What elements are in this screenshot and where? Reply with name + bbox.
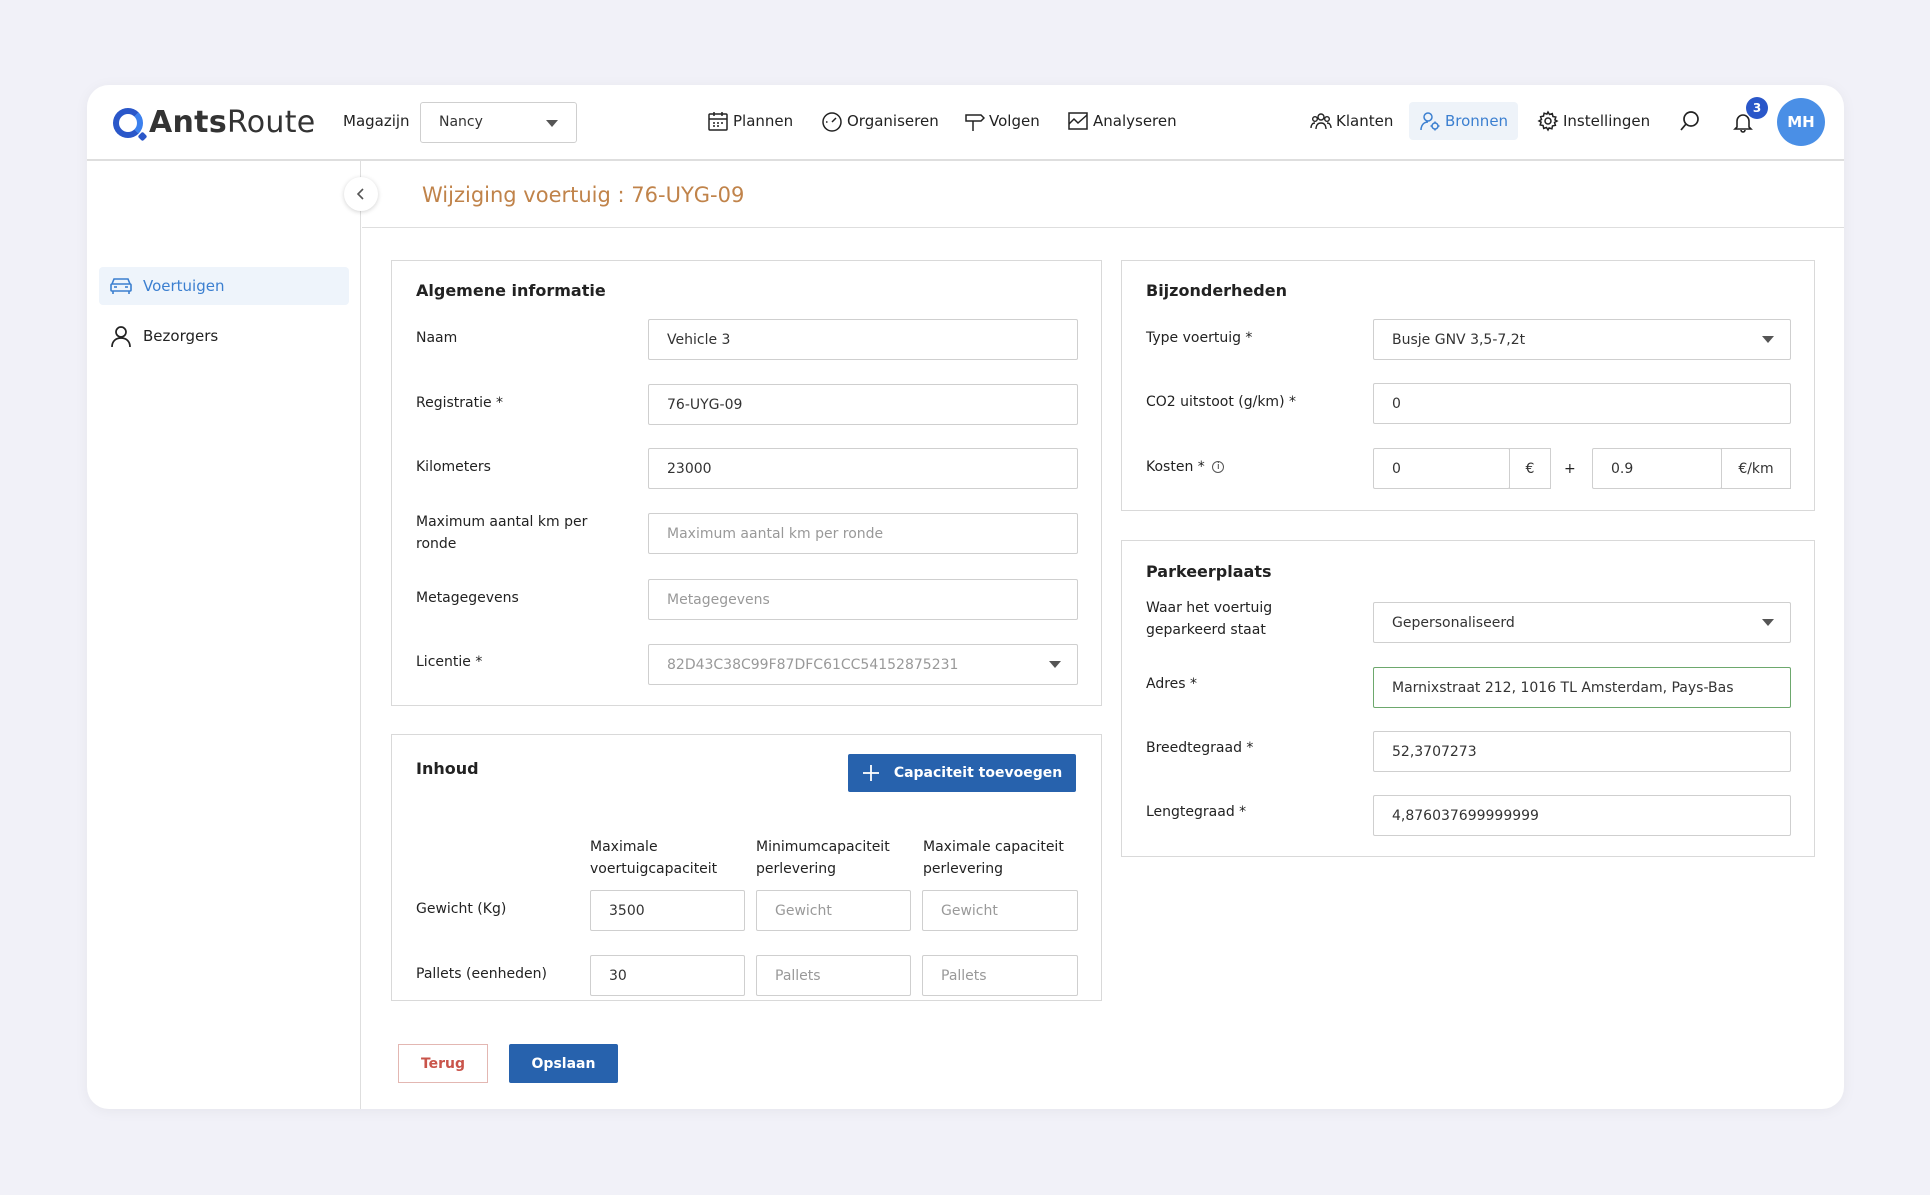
notifications-button[interactable]: 3 bbox=[1732, 97, 1768, 133]
nav-organiseren[interactable]: Organiseren bbox=[821, 110, 939, 132]
latitude-input[interactable]: 52,3707273 bbox=[1373, 731, 1791, 772]
vehicle-type-select[interactable]: Busje GNV 3,5-7,2t bbox=[1373, 319, 1791, 360]
max-km-label: Maximum aantal km per ronde bbox=[416, 514, 588, 552]
address-input[interactable]: Marnixstraat 212, 1016 TL Amsterdam, Pay… bbox=[1373, 667, 1791, 708]
address-label: Adres * bbox=[1146, 676, 1198, 692]
avatar[interactable]: MH bbox=[1777, 98, 1825, 146]
chevron-down-icon bbox=[1049, 661, 1061, 668]
kilometers-input[interactable]: 23000 bbox=[648, 448, 1078, 489]
weight-max-delivery-input[interactable]: Gewicht bbox=[922, 890, 1078, 931]
users-icon bbox=[1310, 113, 1332, 130]
plus-sign: + bbox=[1564, 461, 1576, 477]
nav-instellingen[interactable]: Instellingen bbox=[1537, 110, 1650, 132]
logo[interactable]: AntsRoute bbox=[113, 105, 316, 140]
page-title: Wijziging voertuig : 76-UYG-09 bbox=[422, 183, 745, 207]
pallets-label: Pallets (eenheden) bbox=[416, 966, 547, 982]
notification-badge: 3 bbox=[1746, 97, 1768, 119]
cost-fixed-input[interactable]: 0 bbox=[1373, 448, 1510, 489]
meta-label: Metagegevens bbox=[416, 590, 519, 606]
nav-analyseren[interactable]: Analyseren bbox=[1067, 110, 1177, 132]
sidebar-item-bezorgers[interactable]: Bezorgers bbox=[99, 317, 349, 355]
parking-title: Parkeerplaats bbox=[1146, 562, 1272, 581]
cost-label: Kosten * i bbox=[1146, 456, 1225, 478]
euro-unit: € bbox=[1509, 448, 1551, 489]
app-window: AntsRoute Magazijn Nancy Plannen Organis… bbox=[87, 85, 1844, 1109]
nav-volgen[interactable]: Volgen bbox=[963, 110, 1040, 132]
logo-text: AntsRoute bbox=[149, 105, 316, 140]
warehouse-label: Magazijn bbox=[343, 112, 410, 130]
name-label: Naam bbox=[416, 330, 458, 346]
column-header: Maximale voertuigcapaciteit bbox=[590, 839, 718, 877]
co2-label: CO2 uitstoot (g/km) * bbox=[1146, 394, 1296, 410]
license-select[interactable]: 82D43C38C99F87DFC61CC54152875231 bbox=[648, 644, 1078, 685]
pallets-max-vehicle-input[interactable]: 30 bbox=[590, 955, 745, 996]
save-button[interactable]: Opslaan bbox=[509, 1044, 618, 1083]
nav-klanten[interactable]: Klanten bbox=[1310, 110, 1393, 132]
content-panel: Inhoud Capaciteit toevoegen Maximale voe… bbox=[391, 734, 1102, 1001]
vehicle-type-label: Type voertuig * bbox=[1146, 330, 1253, 346]
column-header: Maximale capaciteit perlevering bbox=[923, 839, 1064, 877]
max-km-input[interactable]: Maximum aantal km per ronde bbox=[648, 513, 1078, 554]
user-icon bbox=[111, 326, 131, 347]
weight-label: Gewicht (Kg) bbox=[416, 901, 507, 917]
longitude-input[interactable]: 4,876037699999999 bbox=[1373, 795, 1791, 836]
logo-icon bbox=[113, 107, 143, 138]
back-button[interactable]: Terug bbox=[398, 1044, 488, 1083]
chevron-down-icon bbox=[1762, 619, 1774, 626]
name-input[interactable]: Vehicle 3 bbox=[648, 319, 1078, 360]
user-gear-icon bbox=[1420, 112, 1440, 131]
calendar-icon bbox=[708, 112, 728, 131]
meta-input[interactable]: Metagegevens bbox=[648, 579, 1078, 620]
nav-plannen[interactable]: Plannen bbox=[707, 110, 793, 132]
weight-max-vehicle-input[interactable]: 3500 bbox=[590, 890, 745, 931]
chart-icon bbox=[1068, 112, 1088, 130]
parking-panel: Parkeerplaats Waar het voertuig geparkee… bbox=[1121, 540, 1815, 857]
chevron-left-icon bbox=[356, 188, 364, 200]
parking-where-select[interactable]: Gepersonaliseerd bbox=[1373, 602, 1791, 643]
sidebar-item-voertuigen[interactable]: Voertuigen bbox=[99, 267, 349, 305]
euro-per-km-unit: €/km bbox=[1721, 448, 1791, 489]
signpost-icon bbox=[965, 114, 985, 131]
topbar: AntsRoute Magazijn Nancy Plannen Organis… bbox=[87, 85, 1844, 161]
pallets-max-delivery-input[interactable]: Pallets bbox=[922, 955, 1078, 996]
kilometers-label: Kilometers bbox=[416, 459, 491, 475]
page-header: Wijziging voertuig : 76-UYG-09 bbox=[362, 161, 1844, 228]
add-capacity-button[interactable]: Capaciteit toevoegen bbox=[848, 754, 1076, 792]
chevron-down-icon bbox=[546, 120, 558, 127]
latitude-label: Breedtegraad * bbox=[1146, 740, 1254, 756]
gear-icon bbox=[1537, 110, 1559, 132]
registration-input[interactable]: 76-UYG-09 bbox=[648, 384, 1078, 425]
gauge-icon bbox=[822, 112, 842, 132]
sidebar: Voertuigen Bezorgers bbox=[87, 161, 361, 1109]
search-icon bbox=[1680, 111, 1699, 131]
collapse-sidebar-button[interactable] bbox=[344, 177, 378, 211]
longitude-label: Lengtegraad * bbox=[1146, 804, 1247, 820]
info-icon[interactable]: i bbox=[1212, 461, 1225, 473]
parking-where-label: Waar het voertuig geparkeerd staat bbox=[1146, 600, 1273, 638]
general-info-title: Algemene informatie bbox=[416, 281, 606, 300]
registration-label: Registratie * bbox=[416, 395, 504, 411]
general-info-panel: Algemene informatie Naam Vehicle 3 Regis… bbox=[391, 260, 1102, 706]
details-title: Bijzonderheden bbox=[1146, 281, 1287, 300]
weight-min-delivery-input[interactable]: Gewicht bbox=[756, 890, 911, 931]
content-title: Inhoud bbox=[416, 759, 479, 778]
cost-per-km-input[interactable]: 0.9 bbox=[1592, 448, 1722, 489]
column-header: Minimumcapaciteit perlevering bbox=[756, 839, 890, 877]
plus-icon bbox=[862, 765, 879, 781]
car-icon bbox=[110, 278, 132, 294]
warehouse-select[interactable]: Nancy bbox=[420, 102, 577, 143]
chevron-down-icon bbox=[1762, 336, 1774, 343]
co2-input[interactable]: 0 bbox=[1373, 383, 1791, 424]
details-panel: Bijzonderheden Type voertuig * Busje GNV… bbox=[1121, 260, 1815, 511]
search-button[interactable] bbox=[1679, 110, 1705, 132]
nav-bronnen[interactable]: Bronnen bbox=[1409, 102, 1519, 140]
license-label: Licentie * bbox=[416, 654, 483, 670]
pallets-min-delivery-input[interactable]: Pallets bbox=[756, 955, 911, 996]
